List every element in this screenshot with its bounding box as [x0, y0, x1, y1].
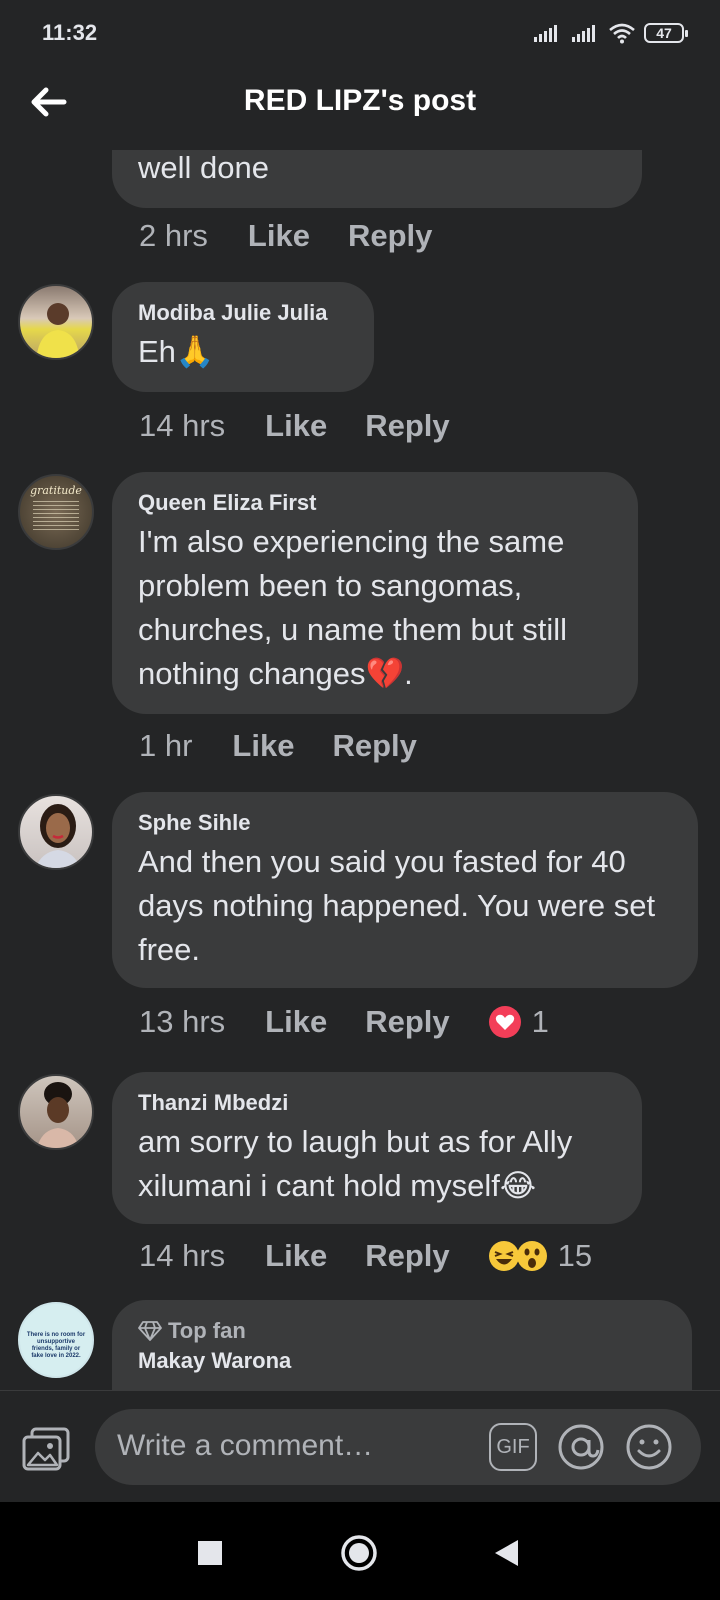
- comment-input[interactable]: Write a comment… GIF: [95, 1409, 701, 1485]
- reply-button[interactable]: Reply: [365, 408, 449, 444]
- comment-time: 13 hrs: [139, 1004, 226, 1039]
- avatar[interactable]: gratitude: [18, 474, 94, 550]
- reactions[interactable]: 15: [488, 1238, 592, 1274]
- reply-button[interactable]: Reply: [332, 728, 416, 764]
- comment-bubble: Sphe Sihle And then you said you fasted …: [112, 792, 698, 988]
- comment-bubble: Queen Eliza First I'm also experiencing …: [112, 472, 638, 714]
- comment-author[interactable]: Modiba Julie Julia: [138, 300, 348, 326]
- top-bar: RED LIPZ's post: [0, 70, 720, 150]
- love-reaction-icon: [488, 1006, 521, 1038]
- comment-actions: 14 hrs Like Reply: [139, 408, 488, 444]
- reply-button[interactable]: Reply: [365, 1004, 449, 1040]
- comment-actions: 1 hr Like Reply: [139, 728, 455, 764]
- recents-button[interactable]: [197, 1540, 223, 1566]
- comment-bubble: Top fan Makay Warona: [112, 1300, 692, 1390]
- comment-actions: 14 hrs Like Reply 15: [139, 1238, 592, 1274]
- badge-label: Top fan: [168, 1318, 246, 1343]
- comment-author[interactable]: Sphe Sihle: [138, 810, 672, 836]
- emoji-icon[interactable]: [625, 1423, 673, 1471]
- avatar-photo: [35, 804, 81, 868]
- wifi-icon: [609, 23, 635, 44]
- comment-time: 14 hrs: [139, 408, 226, 443]
- signal-icon-2: [572, 25, 595, 42]
- avatar[interactable]: [18, 794, 94, 870]
- navigation-bar: [0, 1502, 720, 1600]
- comment-composer: Write a comment… GIF: [0, 1390, 720, 1503]
- comment-author[interactable]: Queen Eliza First: [138, 490, 612, 516]
- like-button[interactable]: Like: [232, 728, 294, 764]
- comment-author[interactable]: Makay Warona: [138, 1348, 666, 1374]
- comment-text: am sorry to laugh but as for Ally xiluma…: [138, 1124, 573, 1203]
- back-nav-button[interactable]: [492, 1538, 520, 1568]
- reply-button[interactable]: Reply: [348, 218, 432, 254]
- avatar[interactable]: There is no room for unsupportive friend…: [18, 1302, 94, 1378]
- comment-bubble: Modiba Julie Julia Eh🙏: [112, 282, 374, 392]
- comment-bubble: well done: [112, 150, 642, 208]
- avatar-photo: [36, 1082, 80, 1148]
- reactions[interactable]: 1: [488, 1004, 549, 1040]
- top-fan-badge: Top fan: [138, 1318, 666, 1344]
- reaction-count: 1: [531, 1004, 549, 1039]
- comments-feed[interactable]: well done 2 hrs Like Reply Modiba Julie …: [0, 150, 720, 1390]
- comment-bubble: Thanzi Mbedzi am sorry to laugh but as f…: [112, 1072, 642, 1224]
- avatar-caption: gratitude: [30, 484, 82, 497]
- gif-icon[interactable]: GIF: [489, 1423, 537, 1471]
- reaction-count: 15: [557, 1238, 593, 1273]
- reply-button[interactable]: Reply: [365, 1238, 449, 1274]
- like-button[interactable]: Like: [265, 1004, 327, 1040]
- status-bar: 11:32 47: [0, 0, 720, 70]
- like-button[interactable]: Like: [265, 408, 327, 444]
- comment-text: And then you said you fasted for 40 days…: [138, 844, 656, 967]
- status-icons: 47: [532, 22, 688, 44]
- gif-label: GIF: [496, 1435, 530, 1458]
- diamond-icon: [138, 1321, 162, 1341]
- comment-text: Eh🙏: [138, 334, 215, 369]
- comment-time: 14 hrs: [139, 1238, 226, 1273]
- status-time: 11:32: [42, 20, 98, 45]
- like-button[interactable]: Like: [248, 218, 310, 254]
- wow-reaction-icon: [516, 1241, 547, 1271]
- mention-icon[interactable]: [557, 1423, 605, 1471]
- page-title: RED LIPZ's post: [243, 84, 477, 117]
- avatar-caption: There is no room for unsupportive friend…: [26, 1332, 86, 1359]
- comment-author[interactable]: Thanzi Mbedzi: [138, 1090, 616, 1116]
- battery-icon: 47: [644, 23, 688, 43]
- comment-placeholder: Write a comment…: [117, 1429, 374, 1462]
- avatar-photo: [36, 303, 80, 358]
- home-button[interactable]: [340, 1534, 378, 1572]
- comment-text: well done: [138, 150, 269, 185]
- comment-time: 1 hr: [139, 728, 193, 763]
- comment-text: I'm also experiencing the same problem b…: [138, 524, 568, 691]
- comment-time: 2 hrs: [139, 218, 208, 253]
- avatar[interactable]: [18, 284, 94, 360]
- signal-icon: [534, 25, 557, 42]
- avatar[interactable]: [18, 1074, 94, 1150]
- like-button[interactable]: Like: [265, 1238, 327, 1274]
- photo-icon[interactable]: [20, 1425, 72, 1473]
- comment-actions: 2 hrs Like Reply: [139, 218, 470, 254]
- comment-actions: 13 hrs Like Reply 1: [139, 1004, 549, 1040]
